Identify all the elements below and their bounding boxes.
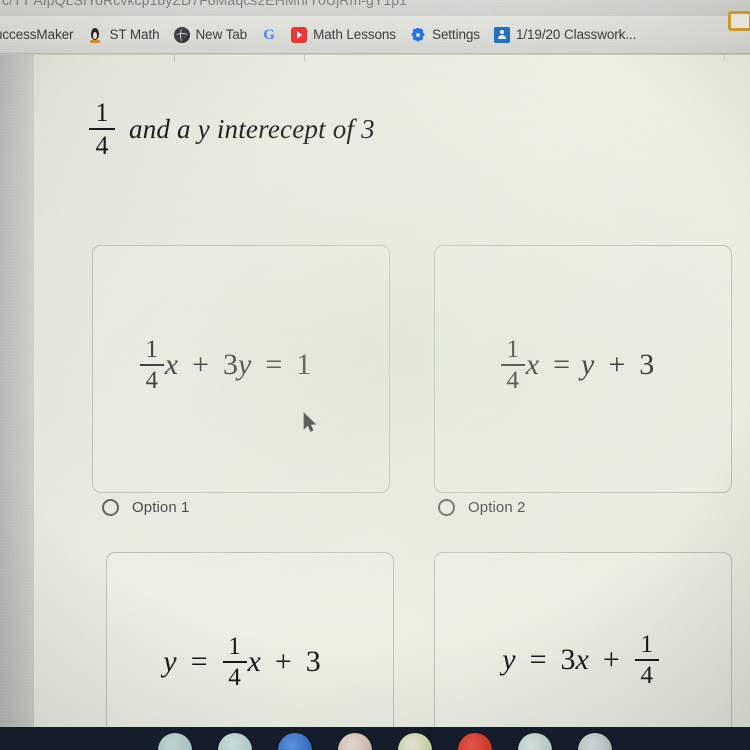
fraction-bar <box>139 364 164 366</box>
fraction-numerator: 1 <box>228 632 241 660</box>
bookmark-item-math-lessons[interactable]: Math Lessons <box>284 21 403 49</box>
fraction-numerator: 1 <box>506 336 520 363</box>
fraction-numerator: 1 <box>95 98 109 127</box>
operator-equals: = <box>553 348 570 381</box>
page-left-margin <box>0 55 34 727</box>
divider-mark <box>304 55 305 61</box>
taskbar-icon-4[interactable] <box>338 733 372 750</box>
variable-x: x <box>525 348 540 381</box>
operator-plus: + <box>192 348 209 381</box>
variable-x: x <box>575 642 589 676</box>
question-body: and a y interecept of 3 <box>129 113 375 144</box>
fraction-denominator: 4 <box>506 367 520 394</box>
variable-y: y <box>502 642 516 676</box>
equation-fraction: 1 4 <box>500 336 525 394</box>
fraction-denominator: 4 <box>95 131 109 161</box>
answer-card-option-4[interactable]: y = 3 x + 1 4 <box>434 552 732 727</box>
bookmark-label: New Tab <box>195 27 248 42</box>
coefficient: 3 <box>560 642 576 676</box>
divider-mark <box>724 55 725 61</box>
os-taskbar <box>0 727 750 750</box>
radio-label-option-2: Option 2 <box>468 499 526 516</box>
bookmark-item-classwork[interactable]: 1/19/20 Classwork... <box>487 21 643 49</box>
fraction-bar <box>500 364 525 366</box>
bookmark-item-st-math[interactable]: ST Math <box>80 21 166 49</box>
variable-x: x <box>247 644 261 678</box>
mouse-cursor <box>303 412 317 434</box>
bookmark-label: ST Math <box>109 27 160 42</box>
equation-fraction: 1 4 <box>222 632 247 691</box>
operator-plus: + <box>602 642 620 676</box>
bookmark-label: Math Lessons <box>313 27 396 42</box>
fraction-bar <box>89 128 115 131</box>
gear-icon <box>410 27 426 43</box>
fraction-bar <box>634 658 659 661</box>
equation-option-2: 1 4 x = y + 3 <box>500 336 655 394</box>
bookmark-label: uccessMaker <box>0 27 74 42</box>
bookmark-folder-icon[interactable] <box>728 11 750 31</box>
bookmark-label: Settings <box>431 27 480 42</box>
youtube-icon <box>291 26 308 43</box>
fraction-denominator: 4 <box>640 661 654 689</box>
operator-equals: = <box>190 644 208 678</box>
fraction-denominator: 4 <box>228 663 241 691</box>
taskbar-icon-2[interactable] <box>218 733 252 750</box>
operator-equals: = <box>529 642 547 676</box>
answer-card-option-1[interactable]: 1 4 x + 3 y = 1 <box>92 245 390 493</box>
page-body: 1 4 and a y interecept of 3 1 4 x + 3 y … <box>0 55 750 727</box>
taskbar-icon-7[interactable] <box>518 733 552 750</box>
taskbar-icon-6[interactable] <box>458 733 492 750</box>
fraction-denominator: 4 <box>145 367 159 394</box>
browser-url-bar[interactable]: c/TT AIpQLSfYoRcvkcp1byZD7FoMaqcs2EHMhrT… <box>0 0 750 16</box>
equation-option-3: y = 1 4 x + 3 <box>163 634 321 690</box>
taskbar-icon-1[interactable] <box>158 733 192 750</box>
equation-option-4: y = 3 x + 1 4 <box>502 632 660 688</box>
google-g-icon: G <box>263 26 275 43</box>
radio-row-option-2[interactable]: Option 2 <box>438 499 526 516</box>
coefficient: 3 <box>223 348 238 381</box>
bookmark-item-settings[interactable]: Settings <box>403 21 487 49</box>
equation-fraction: 1 4 <box>139 336 164 394</box>
right-hand-side: 3 <box>305 644 321 678</box>
operator-plus: + <box>608 348 626 381</box>
taskbar-icons <box>0 727 750 750</box>
variable-y: y <box>238 348 252 381</box>
url-text: c/TT AIpQLSfYoRcvkcp1byZD7FoMaqcs2EHMhrT… <box>2 0 408 8</box>
answer-card-option-3[interactable]: y = 1 4 x + 3 <box>106 552 394 727</box>
fraction-numerator: 1 <box>640 630 654 658</box>
penguin-icon <box>87 27 103 43</box>
radio-button-option-2[interactable] <box>438 499 455 516</box>
bookmark-item-new-tab[interactable]: New Tab <box>167 21 255 49</box>
bookmarks-bar: uccessMaker ST Math New Tab G Math Lesso… <box>0 16 750 54</box>
taskbar-icon-5[interactable] <box>398 733 432 750</box>
answer-card-option-2[interactable]: 1 4 x = y + 3 <box>434 245 732 493</box>
radio-label-option-1: Option 1 <box>132 499 190 516</box>
fraction-numerator: 1 <box>145 336 159 363</box>
screen-photo: c/TT AIpQLSfYoRcvkcp1byZD7FoMaqcs2EHMhrT… <box>0 0 750 750</box>
question-content-area: 1 4 and a y interecept of 3 1 4 x + 3 y … <box>34 55 750 727</box>
equation-fraction: 1 4 <box>634 630 659 689</box>
bookmark-item-successmaker[interactable]: uccessMaker <box>0 21 80 49</box>
variable-y: y <box>581 348 595 381</box>
taskbar-icon-8[interactable] <box>578 733 612 750</box>
taskbar-icon-3[interactable] <box>278 733 312 750</box>
right-hand-side: 3 <box>639 348 655 381</box>
classroom-person-icon <box>493 26 510 43</box>
equation-option-1: 1 4 x + 3 y = 1 <box>139 336 312 394</box>
operator-plus: + <box>274 644 292 678</box>
right-hand-side: 1 <box>296 348 312 381</box>
globe-icon <box>173 26 190 43</box>
radio-row-option-1[interactable]: Option 1 <box>102 499 190 516</box>
bookmark-label: 1/19/20 Classwork... <box>515 27 637 42</box>
radio-button-option-1[interactable] <box>102 499 119 516</box>
question-fraction: 1 4 <box>89 99 115 160</box>
fraction-bar <box>222 660 247 663</box>
variable-x: x <box>164 348 179 381</box>
operator-equals: = <box>265 348 283 381</box>
variable-y: y <box>163 644 177 678</box>
bookmark-item-google[interactable]: G <box>254 21 284 49</box>
divider-mark <box>174 55 175 62</box>
question-text: 1 4 and a y interecept of 3 <box>89 99 375 160</box>
